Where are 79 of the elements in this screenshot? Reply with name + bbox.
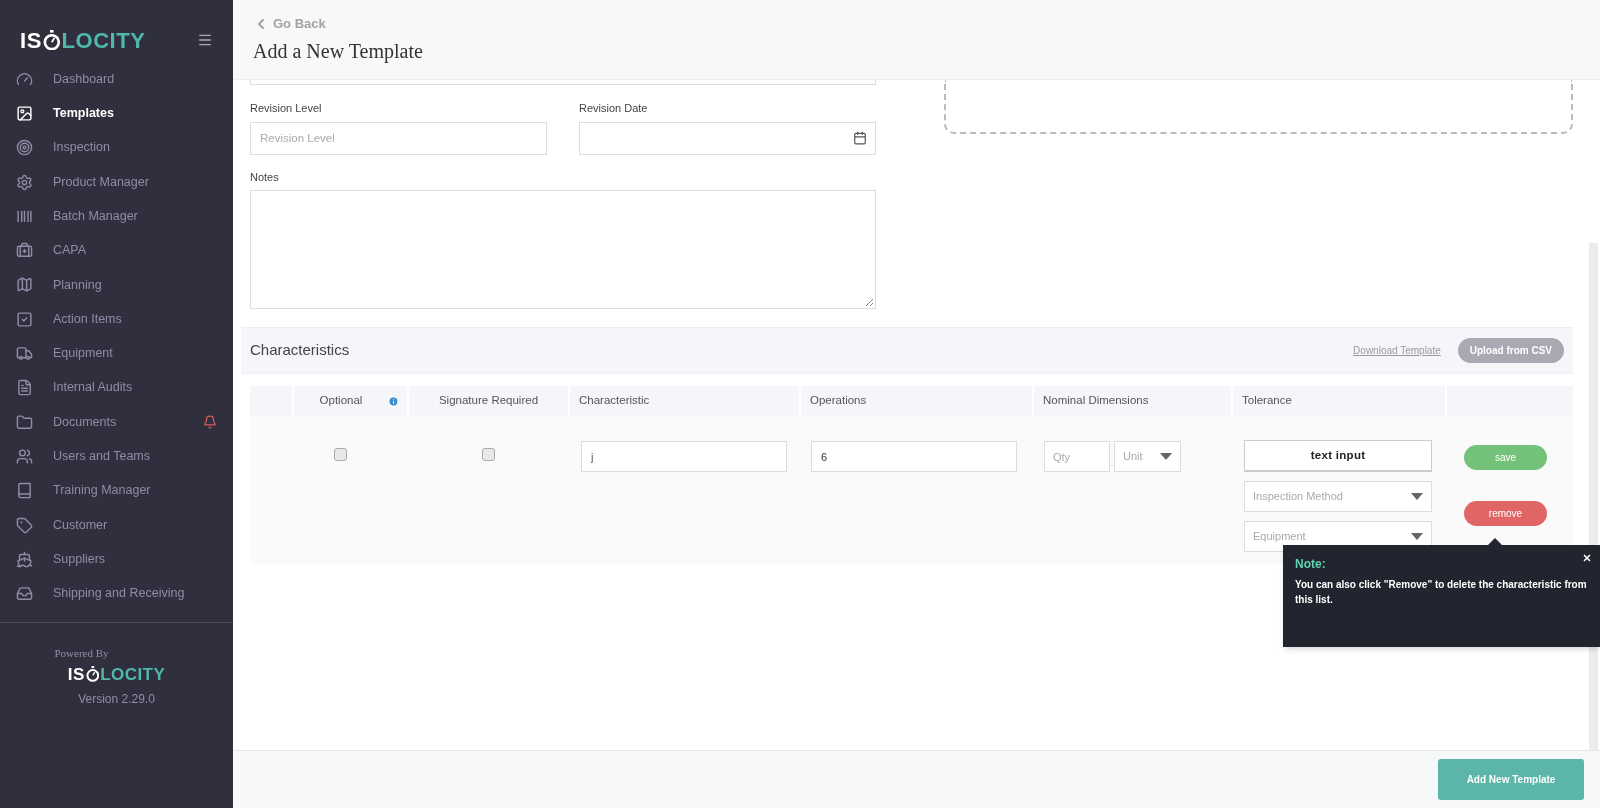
sidebar-item[interactable]: Training Manager — [0, 473, 233, 508]
add-template-button[interactable]: Add New Template — [1438, 759, 1584, 800]
book-icon — [16, 482, 33, 500]
sidebar-item[interactable]: Suppliers — [0, 542, 233, 577]
map-icon — [16, 276, 33, 294]
text-field[interactable]: Revision Level — [250, 121, 547, 155]
download-template-link[interactable]: Download Template — [1353, 343, 1441, 358]
caret-icon — [1411, 533, 1423, 540]
checkbox[interactable] — [334, 448, 347, 461]
date-field[interactable] — [579, 121, 876, 155]
gauge-icon — [16, 70, 33, 88]
characteristic-field[interactable]: j — [581, 441, 787, 472]
truck-icon — [16, 345, 33, 362]
column-header: Optional — [294, 386, 407, 416]
upload-dropzone[interactable] — [944, 80, 1573, 134]
checkbox[interactable] — [482, 448, 495, 461]
tooltip-title: Note: — [1295, 556, 1327, 573]
sidebar-item[interactable]: Equipment — [0, 336, 233, 371]
caret-icon — [1160, 453, 1172, 460]
field-label: Revision Level — [250, 101, 323, 116]
powered-by-text: Powered By — [54, 646, 109, 661]
stopwatch-icon — [85, 666, 100, 683]
inbox-icon — [16, 585, 33, 603]
sidebar-item[interactable]: Batch Manager — [0, 199, 233, 234]
sidebar-item[interactable]: Internal Audits — [0, 370, 233, 405]
logo-text: LOCITY — [100, 663, 166, 686]
field-label: Notes — [250, 169, 280, 185]
calendar-icon — [853, 131, 867, 145]
document-icon — [16, 379, 33, 397]
qty-field[interactable]: Qty — [1044, 441, 1110, 472]
resize-handle-icon — [865, 298, 873, 306]
select-field[interactable]: Unit — [1114, 441, 1181, 472]
sidebar-item[interactable]: Shipping and Receiving — [0, 576, 233, 611]
save-button[interactable]: save — [1464, 445, 1547, 470]
info-icon[interactable] — [388, 395, 399, 407]
notes-textarea[interactable] — [250, 190, 876, 309]
section-title: Characteristics — [250, 340, 351, 361]
column-header: Characteristic — [570, 386, 799, 416]
remove-button[interactable]: remove — [1464, 501, 1547, 526]
tag-icon — [16, 516, 33, 534]
sidebar-item[interactable]: Customer — [0, 507, 233, 543]
sidebar-item[interactable]: Documents — [0, 404, 233, 440]
bell-icon — [203, 415, 217, 430]
column-header: Tolerance — [1233, 386, 1445, 416]
sidebar-item[interactable]: Dashboard — [0, 62, 233, 97]
folder-icon — [16, 413, 33, 431]
close-icon[interactable] — [1582, 553, 1592, 563]
logo-text: IS — [67, 663, 85, 686]
select-field[interactable]: Inspection Method — [1244, 481, 1432, 512]
menu-icon[interactable] — [197, 32, 213, 48]
sidebar-item[interactable]: Planning — [0, 267, 233, 303]
users-icon — [16, 447, 33, 465]
column-header: Signature Required — [409, 386, 568, 416]
text-input-button[interactable]: text input — [1244, 440, 1432, 472]
operations-field[interactable]: 6 — [811, 441, 1017, 472]
caret-icon — [1411, 493, 1423, 500]
stopwatch-icon — [42, 29, 61, 51]
sidebar-item[interactable]: Action Items — [0, 302, 233, 337]
page-title: Add a New Template — [253, 38, 424, 65]
sidebar-item[interactable]: Inspection — [0, 130, 233, 165]
sidebar-item[interactable]: Templates — [0, 96, 233, 131]
gear-icon — [16, 173, 33, 191]
checkbox-icon — [16, 310, 33, 328]
sidebar-item[interactable]: CAPA — [0, 233, 233, 268]
logo-text: IS — [20, 26, 42, 55]
sidebar-item[interactable]: Product Manager — [0, 164, 233, 200]
column-header: Nominal Dimensions — [1034, 386, 1231, 416]
medical-kit-icon — [16, 242, 33, 260]
column-header: Operations — [801, 386, 1032, 416]
logo-text: LOCITY — [61, 26, 146, 55]
tooltip-text: You can also click "Remove" to delete the characteristic from this list. — [1295, 578, 1588, 607]
upload-csv-button[interactable]: Upload from CSV — [1457, 338, 1564, 363]
target-icon — [16, 139, 33, 157]
field-label: Revision Date — [579, 101, 649, 116]
sidebar-item[interactable]: Users and Teams — [0, 439, 233, 474]
ship-icon — [16, 550, 33, 568]
version-text: Version 2.29.0 — [78, 691, 155, 708]
go-back-link[interactable]: Go Back — [253, 14, 326, 34]
image-icon — [16, 104, 33, 122]
